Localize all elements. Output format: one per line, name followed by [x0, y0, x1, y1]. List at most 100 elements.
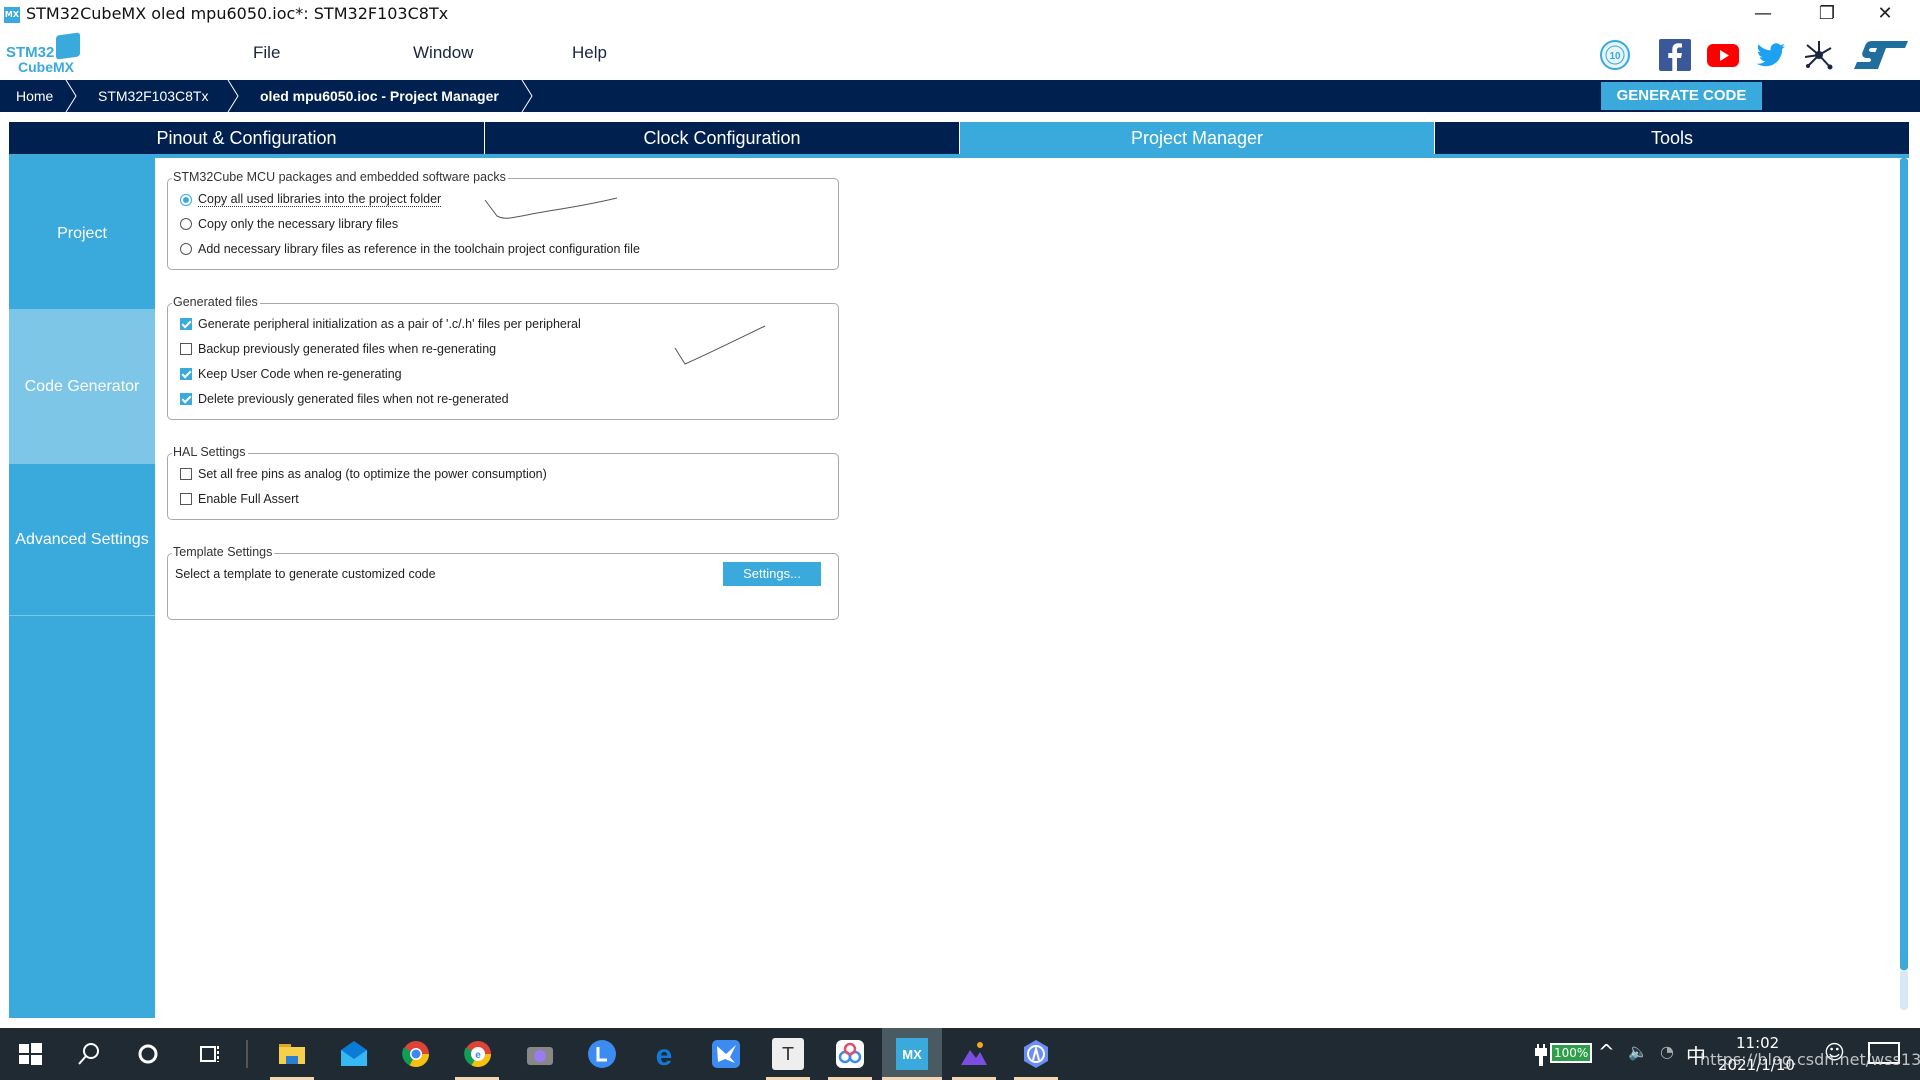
radio-selected-icon[interactable]	[180, 193, 192, 206]
youtube-icon[interactable]	[1706, 38, 1740, 72]
cube-icon	[56, 32, 80, 60]
chevron-right-icon	[227, 80, 239, 112]
restore-button[interactable]: ❐	[1804, 0, 1850, 30]
svg-text:e: e	[475, 1050, 481, 1061]
checkbox-free-pins-analog[interactable]: Set all free pins as analog (to optimize…	[180, 467, 547, 481]
edge-icon[interactable]: e	[648, 1038, 680, 1070]
sidebar-item-advanced-settings[interactable]: Advanced Settings	[9, 464, 155, 616]
show-hidden-icons-icon[interactable]: ^	[1598, 1040, 1615, 1064]
option-label: Copy all used libraries into the project…	[198, 192, 442, 207]
window-title: STM32CubeMX oled mpu6050.ioc*: STM32F103…	[26, 4, 449, 23]
sidebar-item-project[interactable]: Project	[9, 158, 155, 310]
checkbox-backup-files[interactable]: Backup previously generated files when r…	[180, 342, 496, 356]
stm32cubemx-logo: STM32 CubeMX	[6, 32, 86, 76]
tab-project-manager[interactable]: Project Manager	[960, 122, 1434, 154]
generated-files-group: Generated files Generate peripheral init…	[167, 295, 839, 420]
breadcrumb-current: oled mpu6050.ioc - Project Manager	[260, 88, 499, 104]
tab-clock-configuration[interactable]: Clock Configuration	[485, 122, 959, 154]
template-description: Select a template to generate customized…	[175, 567, 436, 581]
scrollbar-track[interactable]	[1900, 970, 1908, 1010]
battery-percent: 100%	[1554, 1046, 1589, 1060]
chrome-e-icon[interactable]: e	[462, 1038, 494, 1070]
bird-app-icon[interactable]	[710, 1038, 742, 1070]
anniversary-10-years-icon[interactable]: 10	[1598, 38, 1632, 72]
hal-settings-group: HAL Settings Set all free pins as analog…	[167, 445, 839, 520]
file-explorer-icon[interactable]	[276, 1038, 308, 1070]
sidebar-item-code-generator[interactable]: Code Generator	[9, 310, 155, 464]
code-generator-panel: STM32Cube MCU packages and embedded soft…	[155, 158, 1900, 1018]
cortana-icon[interactable]	[132, 1038, 164, 1070]
option-label: Backup previously generated files when r…	[198, 342, 497, 356]
template-settings-group: Template Settings Select a template to g…	[167, 545, 839, 620]
search-icon[interactable]	[72, 1038, 104, 1070]
power-plug-icon	[1535, 1044, 1547, 1066]
radio-copy-necessary-files[interactable]: Copy only the necessary library files	[180, 217, 398, 231]
checkbox-keep-user-code[interactable]: Keep User Code when re-generating	[180, 367, 402, 381]
breadcrumb-home[interactable]: Home	[16, 80, 53, 112]
taskbar: e e T MX 100% ^ 🔈 ◔ 中 11:02 2021/1/10 ☺	[0, 1028, 1920, 1080]
baidu-netdisk-icon[interactable]	[834, 1038, 866, 1070]
sidebar-item-label: Advanced Settings	[15, 530, 149, 548]
breadcrumb-mcu[interactable]: STM32F103C8Tx	[98, 80, 208, 112]
volume-icon[interactable]: 🔈	[1628, 1042, 1648, 1061]
menu-file[interactable]: File	[253, 43, 280, 63]
vertical-scrollbar[interactable]	[1900, 158, 1908, 970]
checkbox-checked-icon[interactable]	[180, 393, 192, 405]
group-title: Generated files	[172, 295, 260, 309]
camera-icon[interactable]	[524, 1038, 556, 1070]
minimize-button[interactable]: —	[1740, 0, 1786, 30]
checkbox-checked-icon[interactable]	[180, 318, 192, 330]
sidebar: Project Code Generator Advanced Settings	[9, 158, 155, 1018]
checkbox-generate-peripheral-pair[interactable]: Generate peripheral initialization as a …	[180, 317, 581, 331]
option-label: Copy only the necessary library files	[198, 217, 399, 231]
menu-bar: STM32 CubeMX File Window Help 10	[0, 30, 1920, 80]
taskbar-divider	[246, 1040, 248, 1068]
group-title: HAL Settings	[172, 445, 248, 459]
checkbox-checked-icon[interactable]	[180, 368, 192, 380]
battery-icon[interactable]: 100%	[1550, 1043, 1592, 1063]
task-view-icon[interactable]	[194, 1038, 226, 1070]
option-label: Delete previously generated files when n…	[198, 392, 509, 406]
menu-window[interactable]: Window	[413, 43, 473, 63]
sidebar-item-label: Project	[57, 224, 107, 242]
windows-start-icon[interactable]	[14, 1038, 46, 1070]
logo-text-bottom: CubeMX	[18, 59, 74, 75]
radio-copy-all-libraries[interactable]: Copy all used libraries into the project…	[180, 192, 442, 207]
stm32cubemx-icon[interactable]: MX	[896, 1038, 928, 1070]
checkbox-enable-full-assert[interactable]: Enable Full Assert	[180, 492, 299, 506]
close-button[interactable]: ✕	[1862, 0, 1908, 30]
l-app-icon[interactable]	[586, 1038, 618, 1070]
checkbox-delete-previous-files[interactable]: Delete previously generated files when n…	[180, 392, 509, 406]
tab-tools[interactable]: Tools	[1435, 122, 1909, 154]
facebook-icon[interactable]	[1658, 38, 1692, 72]
st-logo-icon[interactable]	[1852, 38, 1910, 72]
typora-icon[interactable]: T	[772, 1038, 804, 1070]
radio-icon[interactable]	[180, 243, 192, 255]
checkbox-icon[interactable]	[180, 343, 192, 355]
photos-icon[interactable]	[958, 1038, 990, 1070]
title-bar: MX STM32CubeMX oled mpu6050.ioc*: STM32F…	[0, 0, 1920, 30]
group-title: STM32Cube MCU packages and embedded soft…	[172, 170, 508, 184]
menu-help[interactable]: Help	[572, 43, 607, 63]
option-label: Generate peripheral initialization as a …	[198, 317, 581, 331]
a-app-icon[interactable]	[1020, 1038, 1052, 1070]
mail-icon[interactable]	[338, 1038, 370, 1070]
app-icon: MX	[4, 7, 20, 23]
tab-pinout-configuration[interactable]: Pinout & Configuration	[9, 122, 484, 154]
checkbox-icon[interactable]	[180, 493, 192, 505]
network-icon[interactable]	[1802, 38, 1836, 72]
sidebar-item-label: Code Generator	[24, 377, 140, 395]
main-tabs: Pinout & Configuration Clock Configurati…	[9, 122, 1909, 154]
chrome-icon[interactable]	[400, 1038, 432, 1070]
generate-code-button[interactable]: GENERATE CODE	[1601, 82, 1762, 110]
template-settings-button[interactable]: Settings...	[723, 562, 821, 586]
twitter-icon[interactable]	[1754, 38, 1788, 72]
svg-text:10: 10	[1609, 51, 1621, 62]
chevron-right-icon	[521, 80, 533, 112]
group-title: Template Settings	[172, 545, 275, 559]
wifi-icon[interactable]: ◔	[1660, 1042, 1674, 1061]
checkbox-icon[interactable]	[180, 468, 192, 480]
chevron-right-icon	[65, 80, 77, 112]
watermark: https://blog.csdn.net/wss1355	[1700, 1050, 1920, 1069]
radio-icon[interactable]	[180, 218, 192, 230]
